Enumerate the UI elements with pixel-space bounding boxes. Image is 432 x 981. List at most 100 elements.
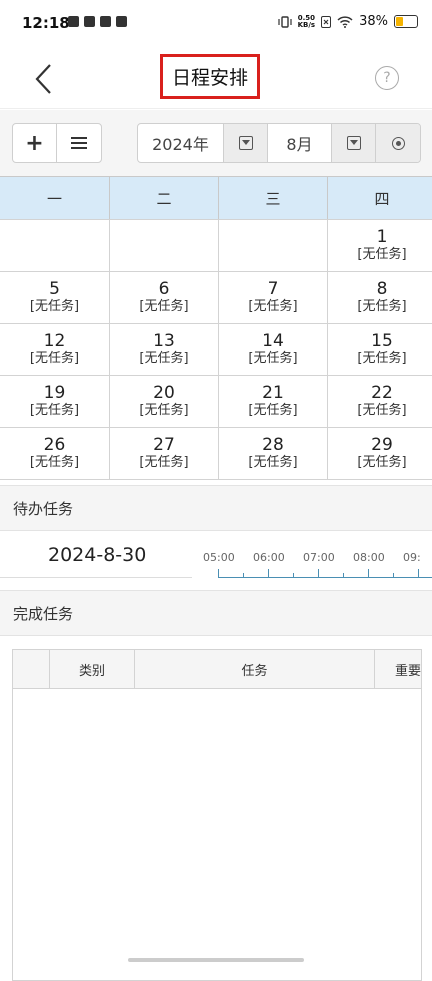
calendar-day-cell[interactable]: 19 [无任务] xyxy=(0,375,110,428)
month-field[interactable]: 8月 xyxy=(268,124,332,162)
net-speed: 0.50 KB/s xyxy=(298,14,315,29)
day-task-status: [无任务] xyxy=(248,403,298,418)
day-number: 21 xyxy=(262,383,284,403)
list-icon xyxy=(71,137,87,149)
day-number: 14 xyxy=(262,331,284,351)
dropdown-icon xyxy=(346,136,361,150)
year-field[interactable]: 2024年 xyxy=(138,124,224,162)
day-number: 7 xyxy=(267,279,279,299)
calendar-day-cell[interactable]: 14 [无任务] xyxy=(218,323,328,376)
calendar-day-cell[interactable]: 13 [无任务] xyxy=(109,323,219,376)
notification-icons xyxy=(68,16,127,27)
toolbar: + 2024年 8月 xyxy=(0,110,432,176)
back-arrow-icon[interactable] xyxy=(30,62,58,96)
battery-fill xyxy=(396,17,403,26)
app-header: 日程安排 ? xyxy=(0,50,432,109)
calendar-day-cell[interactable]: 6 [无任务] xyxy=(109,271,219,324)
pending-date: 2024-8-30 xyxy=(48,544,147,566)
calendar-week-row: 26 [无任务] 27 [无任务] 28 [无任务] 29 [无任务] xyxy=(0,427,432,480)
time-axis-labels: 05:00 06:00 07:00 08:00 09: xyxy=(203,551,432,564)
day-number: 12 xyxy=(43,331,66,351)
calendar-day-cell[interactable]: 26 [无任务] xyxy=(0,427,110,480)
day-number: 26 xyxy=(43,435,66,455)
day-task-status: [无任务] xyxy=(29,351,80,366)
calendar-day-cell[interactable]: 20 [无任务] xyxy=(109,375,219,428)
day-number: 8 xyxy=(376,279,388,299)
day-number: 20 xyxy=(153,383,175,403)
column-header-category[interactable]: 类别 xyxy=(50,650,135,688)
battery-percent: 38% xyxy=(359,14,388,29)
day-task-status: [无任务] xyxy=(248,455,298,470)
calendar-day-cell[interactable]: 7 [无任务] xyxy=(218,271,328,324)
pending-tasks-row: 2024-8-30 05:00 06:00 07:00 08:00 09: xyxy=(0,531,432,591)
day-task-status: [无任务] xyxy=(357,403,407,418)
sim-x-icon xyxy=(321,15,332,28)
wifi-icon xyxy=(337,15,353,28)
calendar-day-cell[interactable] xyxy=(0,219,110,272)
completed-tasks-heading: 完成任务 xyxy=(0,590,432,636)
app-notification-icon xyxy=(116,16,127,27)
calendar-day-cell[interactable]: 22 [无任务] xyxy=(327,375,432,428)
day-task-status: [无任务] xyxy=(139,351,189,366)
day-number: 1 xyxy=(376,227,388,247)
day-number: 6 xyxy=(158,279,170,299)
calendar-app-icon xyxy=(100,16,111,27)
status-right: 0.50 KB/s 38% xyxy=(278,14,418,29)
column-header-task[interactable]: 任务 xyxy=(135,650,375,688)
time-label: 06:00 xyxy=(253,551,285,564)
weekday-label: 三 xyxy=(218,176,328,220)
column-header-importance[interactable]: 重要 xyxy=(375,650,421,688)
calendar-week-row: 1 [无任务] xyxy=(0,219,432,272)
calendar-day-cell[interactable] xyxy=(109,219,219,272)
date-selector-group: 2024年 8月 xyxy=(137,123,421,163)
day-number: 28 xyxy=(262,435,284,455)
pending-tasks-heading: 待办任务 xyxy=(0,485,432,531)
target-icon xyxy=(391,136,405,150)
calendar-week-row: 5 [无任务] 6 [无任务] 7 [无任务] 8 [无任务] xyxy=(0,271,432,324)
calendar-day-cell[interactable]: 15 [无任务] xyxy=(327,323,432,376)
weekday-label: 二 xyxy=(109,176,219,220)
calendar-day-cell[interactable]: 27 [无任务] xyxy=(109,427,219,480)
time-axis[interactable]: 05:00 06:00 07:00 08:00 09: xyxy=(203,551,432,581)
calendar-day-cell[interactable]: 28 [无任务] xyxy=(218,427,328,480)
weekday-label: 四 xyxy=(327,176,432,220)
time-tick xyxy=(368,569,369,577)
today-button[interactable] xyxy=(376,124,420,162)
dropdown-icon xyxy=(238,136,253,150)
year-dropdown-button[interactable] xyxy=(224,124,268,162)
list-button[interactable] xyxy=(57,124,101,162)
time-minor-tick xyxy=(343,573,344,577)
time-label: 08:00 xyxy=(353,551,385,564)
help-icon[interactable]: ? xyxy=(375,66,399,90)
time-tick xyxy=(218,569,219,577)
day-task-status: [无任务] xyxy=(248,351,298,366)
time-tick xyxy=(318,569,319,577)
calendar-day-cell[interactable]: 1 [无任务] xyxy=(327,219,432,272)
day-number: 19 xyxy=(43,383,66,403)
month-dropdown-button[interactable] xyxy=(332,124,376,162)
column-header-select[interactable] xyxy=(13,650,50,688)
day-task-status: [无任务] xyxy=(139,403,189,418)
calendar-day-cell[interactable]: 12 [无任务] xyxy=(0,323,110,376)
page-title: 日程安排 xyxy=(160,54,260,99)
calendar-day-cell[interactable]: 21 [无任务] xyxy=(218,375,328,428)
calendar-day-cell[interactable]: 29 [无任务] xyxy=(327,427,432,480)
add-button[interactable]: + xyxy=(13,124,57,162)
calendar-day-cell[interactable]: 8 [无任务] xyxy=(327,271,432,324)
day-number: 15 xyxy=(371,331,393,351)
calendar-day-cell[interactable]: 5 [无任务] xyxy=(0,271,110,324)
time-minor-tick xyxy=(293,573,294,577)
time-axis-line xyxy=(218,577,432,578)
calendar-day-cell[interactable] xyxy=(218,219,328,272)
home-indicator[interactable] xyxy=(128,958,304,962)
tiktok-icon xyxy=(68,16,79,27)
time-label: 09: xyxy=(403,551,421,564)
day-task-status: [无任务] xyxy=(357,247,407,262)
weekday-header: 一 二 三 四 xyxy=(0,176,432,220)
status-time: 12:18 xyxy=(22,14,70,32)
day-task-status: [无任务] xyxy=(29,299,80,314)
day-task-status: [无任务] xyxy=(139,455,189,470)
time-minor-tick xyxy=(243,573,244,577)
day-number: 5 xyxy=(49,279,60,299)
day-number: 13 xyxy=(153,331,175,351)
